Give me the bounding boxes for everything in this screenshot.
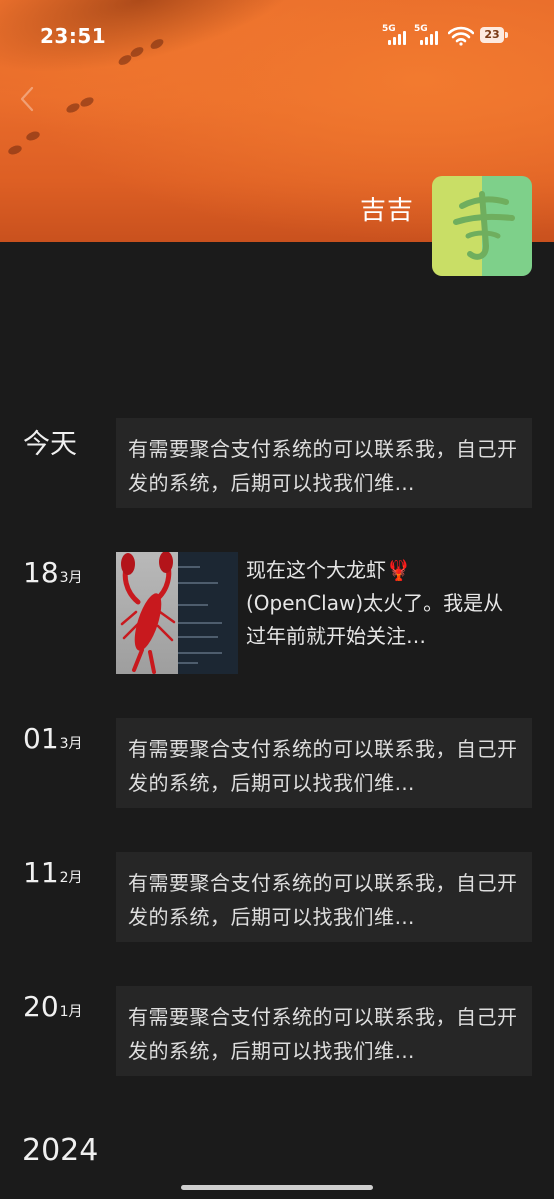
profile-name[interactable]: 吉吉	[360, 190, 414, 227]
battery-level: 23	[484, 28, 500, 41]
date-month: 3月	[59, 736, 83, 752]
post-text: 有需要聚合支付系统的可以联系我，自己开发的系统，后期可以找我们维…	[128, 437, 518, 495]
cellular-signal-icon-2: 5G	[414, 24, 442, 46]
date-month: 1月	[59, 1004, 83, 1020]
post-card[interactable]: 有需要聚合支付系统的可以联系我，自己开发的系统，后期可以找我们维…	[116, 718, 532, 808]
date-day: 18	[23, 556, 59, 589]
post-text: 有需要聚合支付系统的可以联系我，自己开发的系统，后期可以找我们维…	[128, 737, 518, 795]
back-arrow-icon[interactable]	[16, 84, 38, 114]
post-card[interactable]: 有需要聚合支付系统的可以联系我，自己开发的系统，后期可以找我们维…	[116, 852, 532, 942]
lobster-image	[120, 552, 176, 674]
date-day: 01	[23, 722, 59, 755]
date-month: 2月	[59, 870, 83, 886]
cellular-signal-icon: 5G	[382, 24, 410, 46]
post-date: 013月	[23, 722, 83, 755]
status-bar: 23:51 5G 5G 23	[0, 0, 554, 72]
post-card[interactable]: 有需要聚合支付系统的可以联系我，自己开发的系统，后期可以找我们维…	[116, 986, 532, 1076]
battery-icon: 23	[480, 27, 510, 43]
post-date: 183月	[23, 556, 83, 589]
date-day: 11	[23, 856, 59, 889]
date-label-today: 今天	[23, 429, 77, 460]
year-header: 2024	[22, 1133, 99, 1168]
home-indicator[interactable]	[181, 1185, 373, 1190]
post-text: 有需要聚合支付系统的可以联系我，自己开发的系统，后期可以找我们维…	[128, 1005, 518, 1063]
wifi-icon	[448, 26, 474, 46]
post-card[interactable]: 有需要聚合支付系统的可以联系我，自己开发的系统，后期可以找我们维…	[116, 418, 532, 508]
post-date: 112月	[23, 856, 83, 889]
post-text: 现在这个大龙虾🦞(OpenClaw)太火了。我是从过年前就开始关注…	[246, 558, 504, 648]
avatar[interactable]	[432, 176, 532, 276]
post-date: 201月	[23, 990, 83, 1023]
date-month: 3月	[59, 570, 83, 586]
post-text: 有需要聚合支付系统的可以联系我，自己开发的系统，后期可以找我们维…	[128, 871, 518, 929]
avatar-glyph-icon	[453, 191, 515, 260]
date-day: 20	[23, 990, 59, 1023]
post-thumbnail[interactable]	[116, 552, 238, 674]
status-time: 23:51	[40, 24, 107, 48]
